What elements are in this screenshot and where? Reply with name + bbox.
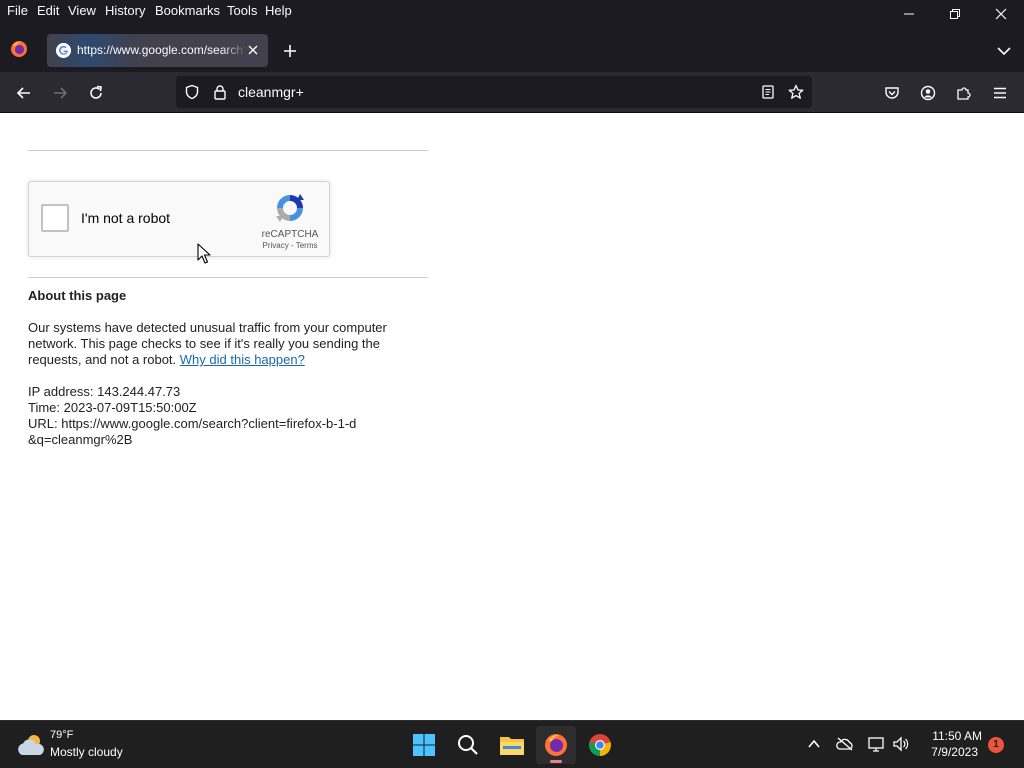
app-menu-button[interactable]: [988, 81, 1012, 105]
recaptcha-terms-link[interactable]: Terms: [296, 241, 318, 250]
request-details: IP address: 143.244.47.73 Time: 2023-07-…: [28, 384, 428, 448]
windows-logo-icon: [413, 734, 435, 756]
tracking-protection-shield-icon[interactable]: [184, 84, 200, 100]
menu-bar: File Edit View History Bookmarks Tools H…: [0, 0, 1024, 22]
minimize-icon: [904, 13, 914, 15]
network-tray-button[interactable]: [868, 735, 886, 753]
search-icon: [458, 735, 478, 755]
recaptcha-link-separator: -: [288, 241, 296, 250]
pocket-icon: [885, 87, 899, 99]
firefox-taskbar-button[interactable]: [536, 726, 576, 764]
pocket-button[interactable]: [880, 81, 904, 105]
url-input[interactable]: cleanmgr+: [238, 76, 304, 108]
tab-bar: https://www.google.com/search?client=fir…: [0, 22, 1024, 72]
taskbar: 79°F Mostly cloudy 11:50 AM 7/9/2023 1: [0, 720, 1024, 768]
menu-help[interactable]: Help: [264, 2, 293, 20]
divider: [28, 277, 428, 278]
extensions-button[interactable]: [952, 81, 976, 105]
recaptcha-privacy-link[interactable]: Privacy: [263, 241, 289, 250]
start-button[interactable]: [404, 726, 444, 764]
recaptcha-label[interactable]: I'm not a robot: [81, 210, 170, 226]
account-button[interactable]: [916, 81, 940, 105]
clock-time[interactable]: 11:50 AM: [920, 729, 982, 743]
back-button[interactable]: [12, 81, 36, 105]
timestamp-text: Time: 2023-07-09T15:50:00Z: [28, 400, 197, 415]
reload-icon: [90, 85, 102, 99]
menu-tools[interactable]: Tools: [226, 2, 258, 20]
recaptcha-brand: reCAPTCHA: [261, 229, 319, 240]
recaptcha-logo-icon: [276, 194, 304, 222]
search-button[interactable]: [448, 726, 488, 764]
file-explorer-button[interactable]: [492, 726, 532, 764]
forward-arrow-icon: [54, 87, 68, 99]
divider: [28, 150, 428, 151]
tab-google-search[interactable]: https://www.google.com/search?client=fir…: [47, 34, 268, 67]
reader-view-icon[interactable]: [760, 84, 776, 100]
lock-icon[interactable]: [212, 84, 228, 100]
close-tab-icon[interactable]: [245, 42, 261, 58]
puzzle-piece-icon: [957, 87, 971, 100]
active-app-indicator: [550, 760, 562, 763]
show-hidden-icons-button[interactable]: [805, 735, 823, 753]
list-all-tabs-icon[interactable]: [994, 41, 1014, 61]
tab-title: https://www.google.com/search?client=fir…: [77, 43, 247, 57]
page-content: I'm not a robot reCAPTCHA Privacy - Term…: [0, 113, 1024, 720]
speaker-icon: [893, 736, 909, 752]
ip-address-text: IP address: 143.244.47.73: [28, 384, 181, 399]
request-url-text: URL: https://www.google.com/search?clien…: [28, 416, 357, 447]
menu-edit[interactable]: Edit: [36, 2, 60, 20]
address-bar[interactable]: cleanmgr+: [176, 76, 812, 108]
google-favicon-icon: [56, 43, 71, 58]
cloudy-weather-icon[interactable]: [16, 731, 46, 759]
hamburger-menu-icon: [994, 87, 1006, 99]
chrome-icon: [589, 734, 611, 756]
clock-date[interactable]: 7/9/2023: [920, 745, 978, 759]
network-icon: [868, 737, 884, 752]
chrome-taskbar-button[interactable]: [580, 726, 620, 764]
firefox-icon: [545, 734, 567, 756]
back-arrow-icon: [16, 87, 30, 99]
volume-tray-button[interactable]: [892, 735, 910, 753]
recaptcha-checkbox[interactable]: [41, 204, 69, 232]
onedrive-tray-button[interactable]: [836, 735, 854, 753]
menu-file[interactable]: File: [6, 2, 29, 20]
firefox-logo-icon[interactable]: [10, 40, 28, 58]
menu-view[interactable]: View: [67, 2, 97, 20]
folder-icon: [500, 737, 524, 755]
recaptcha-links: Privacy - Terms: [255, 241, 325, 250]
about-page-heading: About this page: [28, 288, 127, 303]
weather-temperature[interactable]: 79°F: [50, 729, 73, 741]
menu-bookmarks[interactable]: Bookmarks: [154, 2, 221, 20]
reload-button[interactable]: [84, 81, 108, 105]
menu-history[interactable]: History: [104, 2, 146, 20]
account-icon: [920, 85, 936, 101]
notification-badge[interactable]: 1: [988, 737, 1004, 753]
close-icon: [995, 8, 1007, 20]
cloud-offline-icon: [836, 737, 853, 751]
restore-icon: [950, 9, 960, 19]
new-tab-icon[interactable]: [280, 41, 300, 61]
recaptcha-widget: I'm not a robot reCAPTCHA Privacy - Term…: [28, 181, 330, 257]
unusual-traffic-message: Our systems have detected unusual traffi…: [28, 320, 428, 368]
bookmark-star-icon[interactable]: [788, 84, 804, 100]
mouse-pointer-icon: [197, 243, 211, 264]
navigation-toolbar: cleanmgr+: [0, 72, 1024, 113]
chevron-up-icon: [808, 739, 820, 748]
weather-description[interactable]: Mostly cloudy: [50, 745, 123, 759]
forward-button[interactable]: [48, 81, 72, 105]
why-did-this-happen-link[interactable]: Why did this happen?: [180, 352, 305, 367]
